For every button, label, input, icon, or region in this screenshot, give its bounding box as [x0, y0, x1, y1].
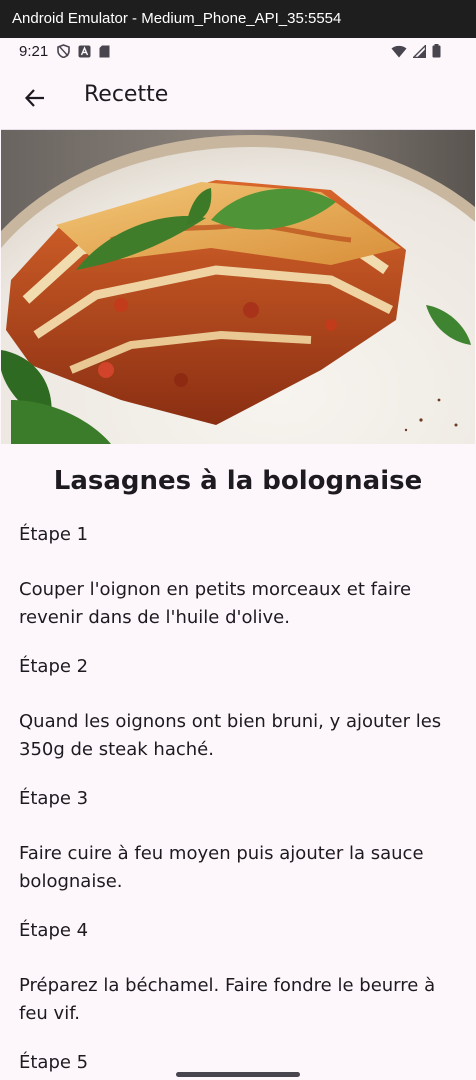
lasagne-photo: [1, 130, 475, 444]
recipe-title: Lasagnes à la bolognaise: [53, 466, 423, 496]
step-title: Étape 2: [19, 656, 89, 677]
step-text: Couper l'oignon en petits morceaux et fa…: [19, 579, 412, 628]
back-button[interactable]: [13, 76, 57, 120]
status-bar: 9:21: [1, 38, 475, 66]
page-title: Recette: [84, 82, 169, 107]
battery-icon: [432, 44, 441, 58]
step-text: Préparez la béchamel. Faire fondre le be…: [19, 975, 436, 1024]
shield-icon: [57, 44, 70, 58]
status-time: 9:21: [19, 43, 49, 60]
sd-card-icon: [99, 45, 110, 57]
steps-list: Étape 1 Couper l'oignon en petits morcea…: [19, 522, 459, 1080]
app-bar: Recette: [1, 66, 475, 130]
step-text: Quand les oignons ont bien bruni, y ajou…: [19, 711, 442, 760]
arrow-back-icon: [24, 89, 44, 107]
step-title: Étape 3: [19, 788, 89, 809]
status-icons-left: [57, 44, 110, 58]
window-titlebar: Android Emulator - Medium_Phone_API_35:5…: [0, 0, 476, 38]
phone-screen: 9:21 Recette Lasagnes à la bolognaise Ét…: [1, 38, 475, 1080]
recipe-image: [1, 130, 475, 444]
home-indicator[interactable]: [176, 1072, 300, 1077]
status-icons-right: [391, 44, 441, 58]
a-icon: [78, 45, 91, 57]
signal-icon: [413, 44, 426, 58]
wifi-icon: [391, 45, 407, 57]
step-title: Étape 4: [19, 920, 89, 941]
step-title: Étape 1: [19, 524, 89, 545]
step-text: Faire cuire à feu moyen puis ajouter la …: [19, 843, 424, 892]
